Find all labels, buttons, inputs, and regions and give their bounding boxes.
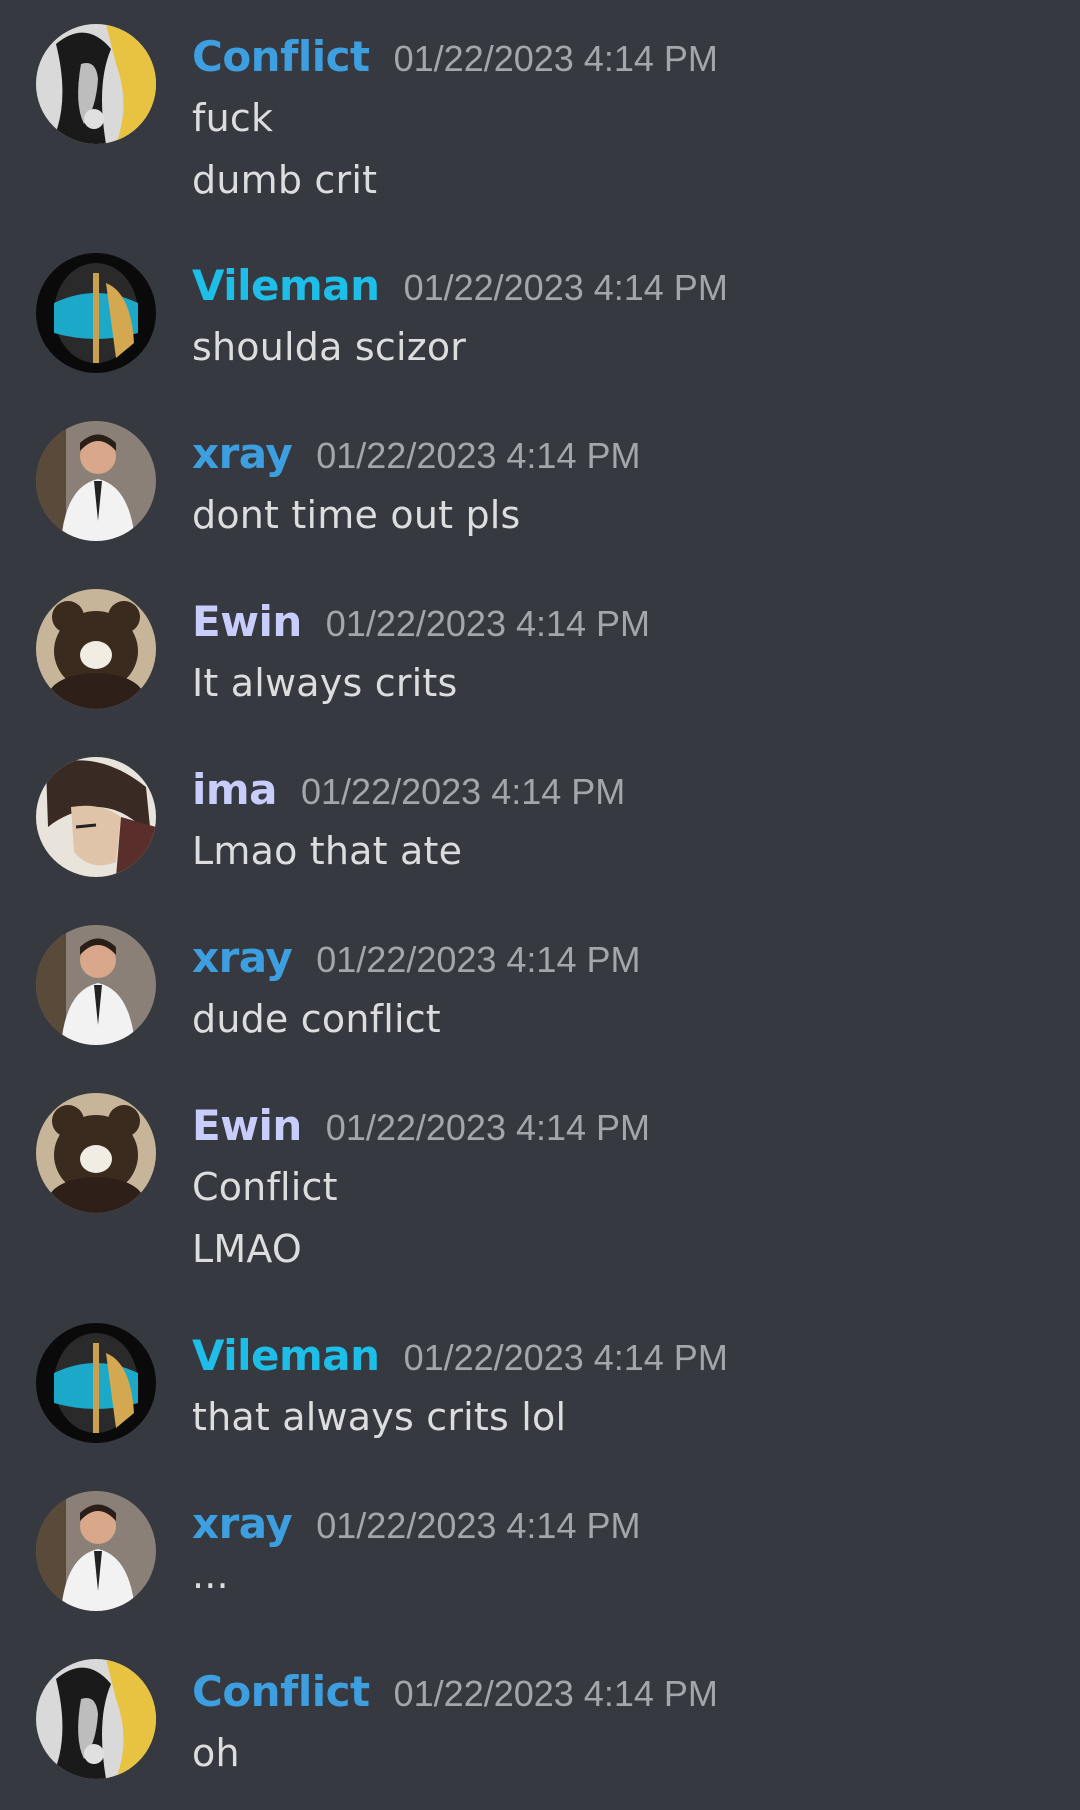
xray-avatar-image [36, 421, 156, 541]
conflict-avatar[interactable] [36, 24, 156, 144]
vileman-avatar-image [36, 253, 156, 373]
xray-avatar-image [36, 925, 156, 1045]
ima-avatar[interactable] [36, 757, 156, 877]
timestamp: 01/22/2023 4:14 PM [403, 1337, 728, 1378]
message: Vileman 01/22/2023 4:14 PM shoulda scizo… [0, 253, 1080, 393]
message-header: Ewin 01/22/2023 4:14 PM [192, 1101, 650, 1157]
username[interactable]: xray [192, 933, 293, 982]
username[interactable]: Vileman [192, 261, 380, 310]
message-text: fuck [192, 96, 274, 140]
message: Ewin 01/22/2023 4:14 PM It always crits [0, 589, 1080, 729]
message-text: shoulda scizor [192, 325, 467, 369]
timestamp: 01/22/2023 4:14 PM [393, 38, 718, 79]
message-header: Vileman 01/22/2023 4:14 PM [192, 261, 728, 317]
message-header: xray 01/22/2023 4:14 PM [192, 429, 640, 485]
message-header: Conflict 01/22/2023 4:14 PM [192, 1667, 718, 1723]
username[interactable]: Ewin [192, 597, 302, 646]
message: Conflict 01/22/2023 4:14 PM fuck dumb cr… [0, 24, 1080, 224]
timestamp: 01/22/2023 4:14 PM [316, 435, 641, 476]
conflict-avatar-image [36, 1659, 156, 1779]
ewin-avatar-image [36, 589, 156, 709]
timestamp: 01/22/2023 4:14 PM [301, 771, 626, 812]
message-text: Conflict [192, 1165, 338, 1209]
xray-avatar[interactable] [36, 1491, 156, 1611]
username[interactable]: Ewin [192, 1101, 302, 1150]
xray-avatar[interactable] [36, 421, 156, 541]
message: xray 01/22/2023 4:14 PM ... [0, 1491, 1080, 1631]
message-header: ima 01/22/2023 4:14 PM [192, 765, 625, 821]
message-text: oh [192, 1731, 240, 1775]
conflict-avatar-image [36, 24, 156, 144]
message-header: xray 01/22/2023 4:14 PM [192, 1499, 640, 1555]
message: xray 01/22/2023 4:14 PM dude conflict [0, 925, 1080, 1065]
message: Vileman 01/22/2023 4:14 PM that always c… [0, 1323, 1080, 1463]
timestamp: 01/22/2023 4:14 PM [325, 1107, 651, 1148]
message-text: LMAO [192, 1227, 302, 1271]
message-text: dude conflict [192, 997, 441, 1041]
chat-message-list: Conflict 01/22/2023 4:14 PM fuck dumb cr… [0, 0, 1080, 1810]
username[interactable]: Conflict [192, 1667, 370, 1716]
username[interactable]: ima [192, 765, 278, 814]
username[interactable]: Vileman [192, 1331, 380, 1380]
message-header: xray 01/22/2023 4:14 PM [192, 933, 640, 989]
message-text: dont time out pls [192, 493, 521, 537]
xray-avatar-image [36, 1491, 156, 1611]
message-header: Conflict 01/22/2023 4:14 PM [192, 32, 718, 88]
message-text: It always crits [192, 661, 458, 705]
message-text: Lmao that ate [192, 829, 463, 873]
message: ima 01/22/2023 4:14 PM Lmao that ate [0, 757, 1080, 897]
vileman-avatar-image [36, 1323, 156, 1443]
ewin-avatar-image [36, 1093, 156, 1213]
username[interactable]: xray [192, 1499, 293, 1548]
timestamp: 01/22/2023 4:14 PM [325, 603, 651, 644]
timestamp: 01/22/2023 4:14 PM [393, 1673, 718, 1714]
ewin-avatar[interactable] [36, 1093, 156, 1213]
username[interactable]: xray [192, 429, 293, 478]
vileman-avatar[interactable] [36, 1323, 156, 1443]
conflict-avatar[interactable] [36, 1659, 156, 1779]
timestamp: 01/22/2023 4:14 PM [316, 1505, 641, 1546]
message: Ewin 01/22/2023 4:14 PM Conflict LMAO [0, 1093, 1080, 1293]
ewin-avatar[interactable] [36, 589, 156, 709]
username[interactable]: Conflict [192, 32, 370, 81]
message: xray 01/22/2023 4:14 PM dont time out pl… [0, 421, 1080, 561]
message-header: Vileman 01/22/2023 4:14 PM [192, 1331, 728, 1387]
message: Conflict 01/22/2023 4:14 PM oh [0, 1659, 1080, 1799]
xray-avatar[interactable] [36, 925, 156, 1045]
message-text: dumb crit [192, 158, 378, 202]
message-text: that always crits lol [192, 1395, 567, 1439]
ima-avatar-image [36, 757, 156, 877]
message-text: ... [192, 1553, 229, 1597]
message-header: Ewin 01/22/2023 4:14 PM [192, 597, 650, 653]
vileman-avatar[interactable] [36, 253, 156, 373]
timestamp: 01/22/2023 4:14 PM [403, 267, 728, 308]
timestamp: 01/22/2023 4:14 PM [316, 939, 641, 980]
